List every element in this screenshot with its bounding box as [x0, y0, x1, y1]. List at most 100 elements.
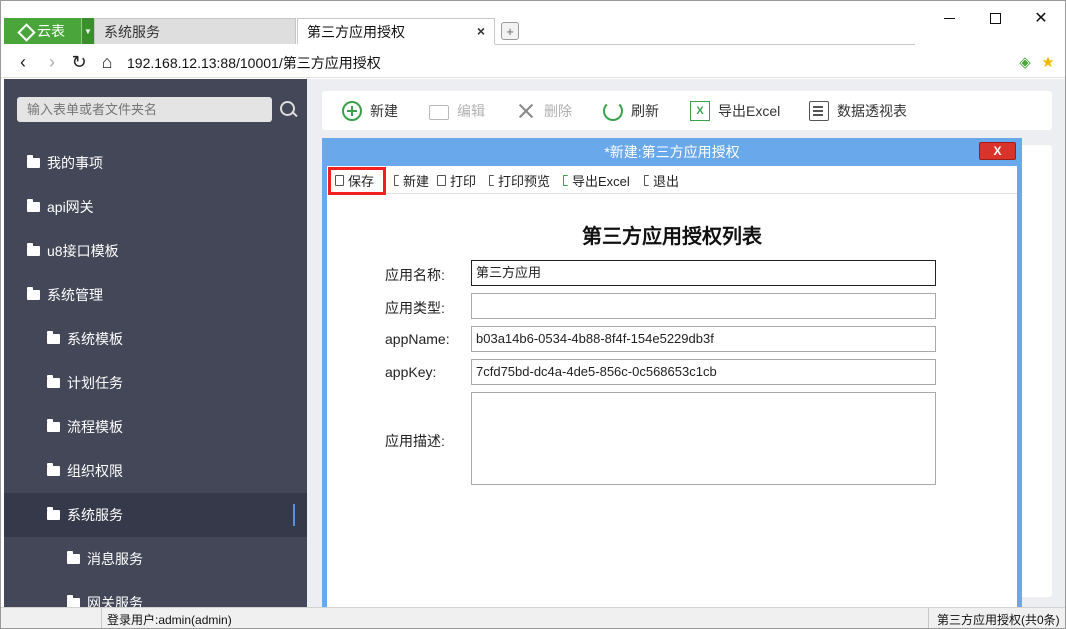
folder-icon [67, 551, 80, 564]
search-icon[interactable] [278, 99, 298, 119]
add-circle-icon [342, 101, 362, 121]
sidebar-item-label: 系统管理 [47, 287, 103, 303]
reload-button[interactable]: ↻ [68, 51, 90, 73]
sidebar-item-process-templates[interactable]: 流程模板 [4, 405, 307, 449]
tab-strip: 云表 ▼ 系统服务 第三方应用授权 × + ✕ [1, 1, 1065, 45]
dialog-title: *新建:第三方应用授权 [604, 143, 740, 160]
sidebar-item-label: 消息服务 [87, 551, 143, 567]
status-record-count: 第三方应用授权(共0条) [937, 613, 1060, 627]
tab-system-services[interactable]: 系统服务 [94, 18, 296, 44]
folder-icon [429, 105, 449, 120]
tab-close-icon[interactable]: × [477, 23, 485, 39]
plus-icon: + [506, 23, 514, 39]
reload-icon: ↻ [71, 51, 87, 72]
sidebar-item-api-gateway[interactable]: api网关 [4, 185, 307, 229]
status-divider [928, 608, 929, 628]
chevron-left-icon: ‹ [20, 51, 26, 72]
diamond-logo-icon [18, 24, 32, 38]
extension-button[interactable]: ◈ [1016, 53, 1034, 71]
print-preview-button[interactable]: 打印预览 [489, 172, 551, 189]
excel-icon [563, 174, 568, 186]
delete-button[interactable]: 删除 [516, 99, 572, 123]
app-desc-textarea[interactable] [471, 392, 936, 485]
appkey-input[interactable]: 7cfd75bd-dc4a-4de5-856c-0c568653c1cb [471, 359, 936, 385]
status-bar: 登录用户:admin(admin) 第三方应用授权(共0条) [1, 607, 1065, 628]
sidebar-search-input[interactable] [17, 97, 272, 122]
sidebar-item-label: 系统模板 [67, 331, 123, 347]
app-logo-button[interactable]: 云表 [4, 18, 81, 44]
main-toolbar: 新建 编辑 删除 刷新 X 导出Excel 数据透视表 [322, 91, 1052, 130]
sidebar-item-system-management[interactable]: 系统管理 [4, 273, 307, 317]
sidebar-item-u8-template[interactable]: u8接口模板 [4, 229, 307, 273]
delete-button-label: 删除 [544, 103, 572, 119]
form-title: 第三方应用授权列表 [582, 226, 762, 248]
sidebar-item-label: 计划任务 [67, 375, 123, 391]
app-name-input[interactable]: 第三方应用 [471, 260, 936, 286]
new-tab-button[interactable]: + [501, 22, 519, 40]
exit-icon [644, 174, 649, 186]
sidebar-item-label: 我的事项 [47, 155, 103, 171]
dialog-close-button[interactable]: X [979, 142, 1016, 160]
edit-button-label: 编辑 [457, 103, 485, 119]
new-button-label: 新建 [370, 103, 398, 119]
exit-label: 退出 [653, 173, 680, 189]
tab-third-party-auth[interactable]: 第三方应用授权 × [297, 18, 495, 44]
sidebar-item-label: 流程模板 [67, 419, 123, 435]
pivot-table-label: 数据透视表 [837, 103, 907, 119]
refresh-icon [603, 101, 623, 121]
folder-open-icon [27, 287, 40, 300]
tab-label: 第三方应用授权 [307, 23, 405, 40]
home-icon: ⌂ [101, 51, 113, 72]
logo-dropdown-button[interactable]: ▼ [81, 18, 94, 44]
export-excel-button[interactable]: X 导出Excel [690, 99, 780, 123]
folder-open-icon [47, 507, 60, 520]
dialog-export-excel-button[interactable]: 导出Excel [563, 172, 630, 189]
maximize-icon [989, 12, 1001, 24]
dialog-toolbar: 保存 新建 打印 打印预览 导出Excel 退出 [327, 166, 1017, 195]
dialog-new-button[interactable]: 新建 [394, 172, 429, 189]
url-field[interactable]: 192.168.12.13:88/10001/第三方应用授权 [127, 53, 381, 73]
app-type-input[interactable] [471, 293, 936, 319]
window-close-button[interactable]: ✕ [1018, 5, 1064, 31]
folder-icon [47, 375, 60, 388]
pivot-table-icon [809, 101, 829, 121]
app-logo-label: 云表 [37, 23, 65, 39]
excel-icon: X [690, 101, 710, 121]
sidebar-item-system-templates[interactable]: 系统模板 [4, 317, 307, 361]
delete-icon [516, 101, 536, 121]
sidebar-item-org-permissions[interactable]: 组织权限 [4, 449, 307, 493]
back-button[interactable]: ‹ [12, 51, 34, 73]
bookmark-button[interactable]: ★ [1039, 53, 1057, 71]
appkey-label: appKey: [385, 364, 437, 380]
folder-icon [47, 463, 60, 476]
app-name-label: 应用名称: [385, 267, 445, 283]
sidebar-item-message-service[interactable]: 消息服务 [4, 537, 307, 581]
sidebar-item-label: u8接口模板 [47, 243, 119, 259]
sidebar-item-label: api网关 [47, 199, 94, 215]
new-button[interactable]: 新建 [342, 99, 398, 123]
tab-label: 系统服务 [104, 23, 160, 40]
home-button[interactable]: ⌂ [96, 51, 118, 73]
print-button[interactable]: 打印 [437, 172, 476, 189]
print-preview-label: 打印预览 [498, 173, 551, 189]
folder-icon [47, 419, 60, 432]
maximize-button[interactable] [972, 5, 1018, 31]
folder-icon [67, 595, 80, 607]
minimize-button[interactable] [926, 5, 972, 31]
sidebar-item-gateway-service[interactable]: 网关服务 [4, 581, 307, 607]
appname-input[interactable]: b03a14b6-0534-4b88-8f4f-154e5229db3f [471, 326, 936, 352]
sidebar-item-scheduled-tasks[interactable]: 计划任务 [4, 361, 307, 405]
sidebar-item-label: 组织权限 [67, 463, 123, 479]
sidebar-item-my-tasks[interactable]: 我的事项 [4, 141, 307, 185]
forward-button[interactable]: › [41, 51, 63, 73]
edit-button[interactable]: 编辑 [429, 99, 485, 123]
folder-icon [47, 331, 60, 344]
refresh-button[interactable]: 刷新 [603, 99, 659, 123]
pivot-table-button[interactable]: 数据透视表 [809, 99, 907, 123]
sidebar-item-system-services[interactable]: 系统服务 [4, 493, 307, 537]
print-preview-icon [489, 174, 494, 186]
status-user: 登录用户:admin(admin) [107, 613, 232, 627]
status-divider [101, 608, 102, 628]
exit-button[interactable]: 退出 [644, 172, 680, 189]
printer-icon [437, 174, 446, 186]
